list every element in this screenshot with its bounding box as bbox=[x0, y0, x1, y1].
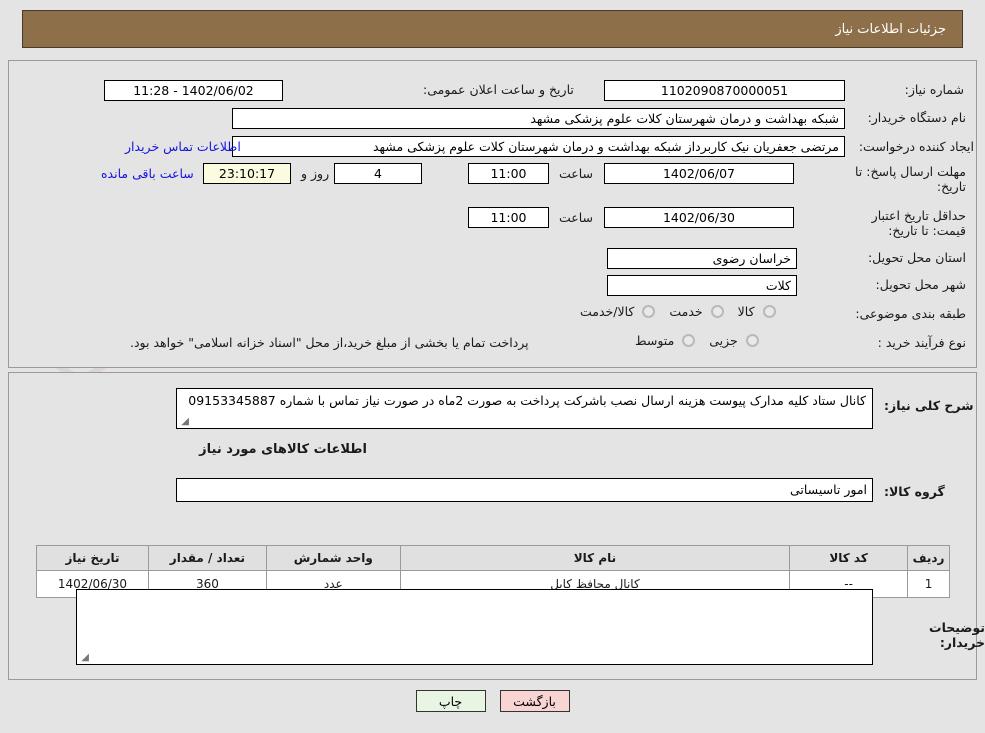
radio-process-jozii-label: جزیی bbox=[709, 333, 738, 348]
public-announce-field[interactable]: 1402/06/02 - 11:28 bbox=[104, 80, 283, 101]
buyer-org-row: نام دستگاه خریدار: bbox=[854, 110, 966, 125]
requester-label: ایجاد کننده درخواست: bbox=[858, 139, 974, 154]
price-validity-row: حداقل تاریخ اعتبار قیمت: تا تاریخ: bbox=[854, 208, 966, 238]
response-deadline-label: مهلت ارسال پاسخ: تا تاریخ: bbox=[855, 164, 966, 194]
col-quantity: تعداد / مقدار bbox=[147, 545, 267, 571]
buyer-org-field[interactable]: شبکه بهداشت و درمان شهرستان کلات علوم پز… bbox=[232, 108, 845, 129]
process-row: نوع فرآیند خرید : bbox=[854, 335, 966, 350]
items-table-header-row: ردیف کد کالا نام کالا واحد شمارش تعداد /… bbox=[36, 545, 950, 571]
category-row: طبقه بندی موضوعی: bbox=[854, 306, 966, 321]
price-validity-hour-label: ساعت bbox=[559, 210, 594, 225]
price-validity-date-field[interactable]: 1402/06/30 bbox=[604, 207, 794, 228]
requester-row: ایجاد کننده درخواست: bbox=[854, 139, 974, 154]
category-radio-group: کالا خدمت کالا/خدمت bbox=[570, 304, 776, 319]
col-index: ردیف bbox=[907, 545, 950, 571]
remaining-days-label: روز و bbox=[301, 166, 330, 181]
public-announce-row: تاریخ و ساعت اعلان عمومی: bbox=[423, 82, 598, 97]
buyer-notes-label: توضیحات خریدار: bbox=[929, 620, 985, 650]
public-announce-label: تاریخ و ساعت اعلان عمومی: bbox=[423, 82, 574, 97]
page-title-bar: جزئیات اطلاعات نیاز bbox=[22, 10, 963, 48]
price-validity-time-field[interactable]: 11:00 bbox=[468, 207, 549, 228]
process-label: نوع فرآیند خرید : bbox=[877, 335, 966, 350]
remaining-time-field: 23:10:17 bbox=[203, 163, 291, 184]
need-number-field[interactable]: 1102090870000051 bbox=[604, 80, 845, 101]
radio-process-motavasset-label: متوسط bbox=[635, 333, 675, 348]
city-field[interactable]: کلات bbox=[607, 275, 797, 296]
response-deadline-hour-label: ساعت bbox=[559, 166, 594, 181]
province-field[interactable]: خراسان رضوی bbox=[607, 248, 797, 269]
description-textarea[interactable]: کانال ستاد کلیه مدارک پیوست هزینه ارسال … bbox=[176, 388, 873, 429]
resize-grip-icon-2[interactable]: ◢ bbox=[79, 653, 89, 663]
radio-category-kala-label: کالا bbox=[737, 304, 755, 319]
remaining-time-label: ساعت باقی مانده bbox=[101, 166, 194, 181]
radio-category-kala-khedmat[interactable] bbox=[642, 305, 656, 318]
print-button[interactable]: چاپ bbox=[415, 690, 486, 712]
cell-index: 1 bbox=[907, 570, 950, 598]
buyer-org-label: نام دستگاه خریدار: bbox=[867, 110, 966, 125]
response-deadline-time-field[interactable]: 11:00 bbox=[468, 163, 549, 184]
items-section-title: اطلاعات کالاهای مورد نیاز bbox=[199, 442, 367, 457]
need-number-label: شماره نیاز: bbox=[904, 82, 964, 97]
radio-process-motavasset[interactable] bbox=[682, 334, 696, 347]
back-button[interactable]: بازگشت bbox=[499, 690, 570, 712]
province-label: استان محل تحویل: bbox=[867, 250, 966, 265]
radio-category-kala[interactable] bbox=[762, 305, 776, 318]
category-label: طبقه بندی موضوعی: bbox=[855, 306, 966, 321]
process-radio-group: جزیی متوسط bbox=[625, 333, 759, 348]
col-unit: واحد شمارش bbox=[265, 545, 401, 571]
city-row: شهر محل تحویل: bbox=[854, 277, 966, 292]
province-row: استان محل تحویل: bbox=[854, 250, 966, 265]
col-code: کد کالا bbox=[789, 545, 909, 571]
process-note: پرداخت تمام یا بخشی از مبلغ خرید،از محل … bbox=[130, 335, 529, 350]
radio-category-kala-khedmat-label: کالا/خدمت bbox=[580, 304, 635, 319]
price-validity-label: حداقل تاریخ اعتبار قیمت: تا تاریخ: bbox=[871, 208, 966, 238]
action-buttons: بازگشت چاپ bbox=[0, 690, 985, 712]
description-label: شرح کلی نیاز: bbox=[884, 398, 974, 413]
need-number-row: شماره نیاز: bbox=[854, 82, 964, 97]
col-need-date: تاریخ نیاز bbox=[36, 545, 149, 571]
requester-field[interactable]: مرتضی جعفریان نیک کاربرداز شبکه بهداشت و… bbox=[232, 136, 845, 157]
radio-category-khedmat-label: خدمت bbox=[669, 304, 703, 319]
city-label: شهر محل تحویل: bbox=[875, 277, 966, 292]
remaining-days-field[interactable]: 4 bbox=[334, 163, 422, 184]
description-text: کانال ستاد کلیه مدارک پیوست هزینه ارسال … bbox=[188, 393, 866, 408]
resize-grip-icon[interactable]: ◢ bbox=[179, 417, 189, 427]
radio-process-jozii[interactable] bbox=[745, 334, 759, 347]
radio-category-khedmat[interactable] bbox=[710, 305, 724, 318]
goods-group-field[interactable]: امور تاسیساتی bbox=[176, 478, 873, 502]
page-title: جزئیات اطلاعات نیاز bbox=[835, 21, 946, 37]
response-deadline-row: مهلت ارسال پاسخ: تا تاریخ: bbox=[854, 164, 966, 194]
col-name: نام کالا bbox=[399, 545, 791, 571]
response-deadline-date-field[interactable]: 1402/06/07 bbox=[604, 163, 794, 184]
goods-group-label: گروه کالا: bbox=[884, 484, 945, 499]
buyer-notes-textarea[interactable]: ◢ bbox=[76, 589, 873, 665]
buyer-contact-link[interactable]: اطلاعات تماس خریدار bbox=[125, 139, 241, 154]
page-root: AriaTender.net جزئیات اطلاعات نیاز شماره… bbox=[0, 0, 985, 733]
